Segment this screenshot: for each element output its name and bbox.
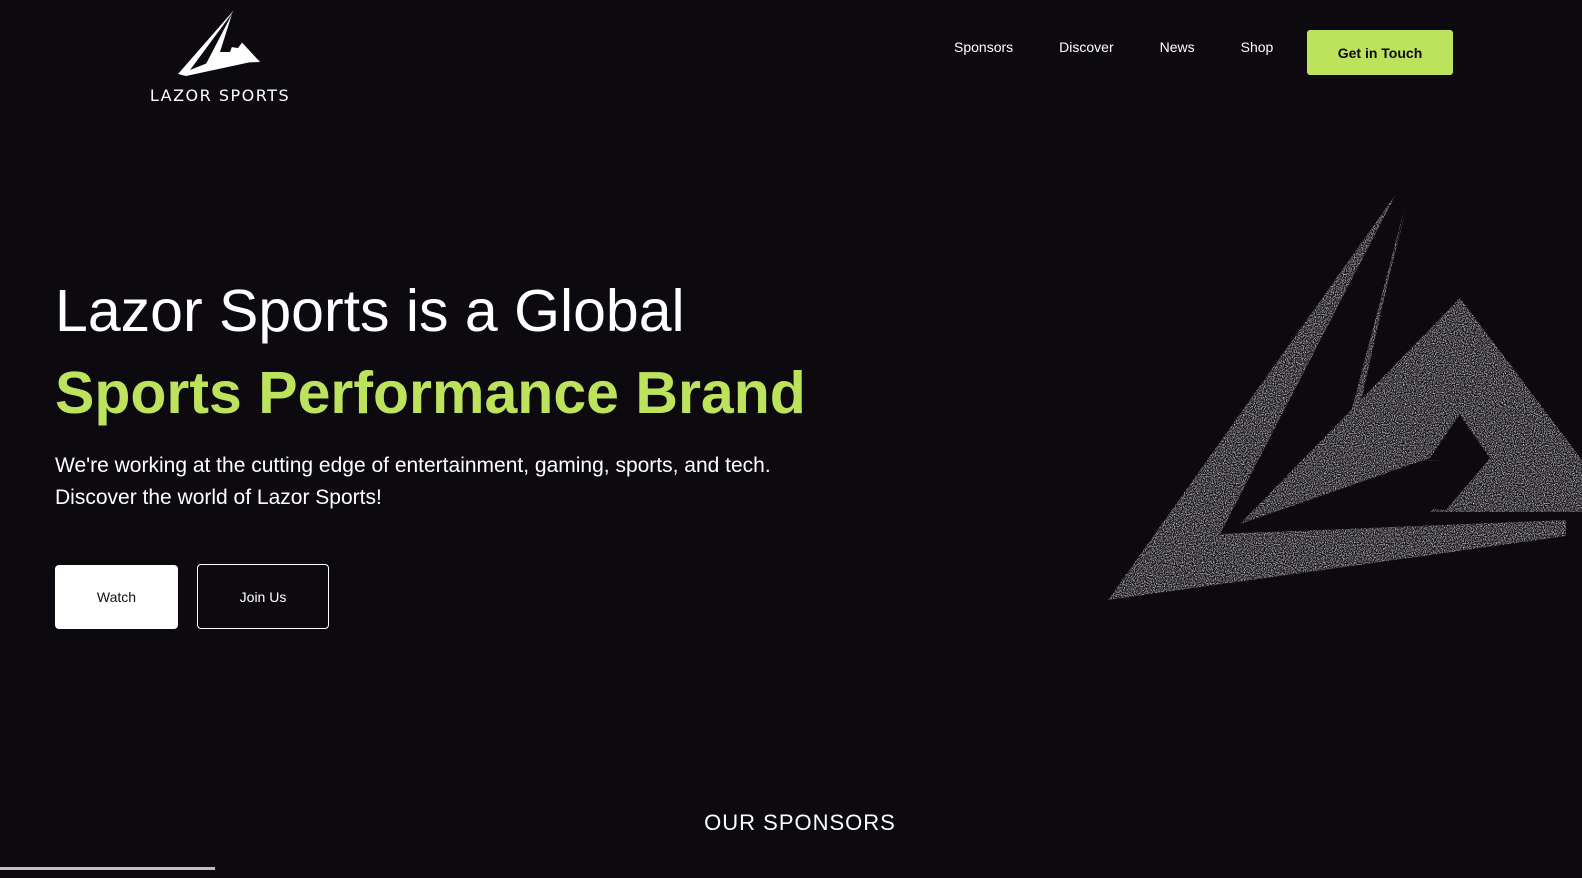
hero-description: We're working at the cutting edge of ent… [55, 450, 835, 514]
hero-description-line-1: We're working at the cutting edge of ent… [55, 454, 771, 477]
scroll-progress-bar [0, 867, 215, 870]
nav-link-shop[interactable]: Shop [1241, 39, 1274, 55]
hero-logo-mark-icon [1108, 194, 1582, 600]
nav-link-sponsors[interactable]: Sponsors [954, 39, 1013, 55]
nav-link-discover[interactable]: Discover [1059, 39, 1113, 55]
brand-logo[interactable]: LAZOR SPORTS [140, 6, 300, 105]
join-us-button[interactable]: Join Us [197, 564, 329, 629]
nav-link-news[interactable]: News [1160, 39, 1195, 55]
main-nav: Sponsors Discover News Shop [940, 39, 1319, 55]
hero-accent-title: Sports Performance Brand [55, 360, 806, 426]
brand-name: LAZOR SPORTS [149, 86, 291, 105]
lazor-logo-icon [178, 10, 260, 76]
hero-description-line-2: Discover the world of Lazor Sports! [55, 486, 382, 509]
get-in-touch-button[interactable]: Get in Touch [1307, 30, 1453, 75]
hero-title: Lazor Sports is a Global [55, 278, 685, 344]
page: LAZOR SPORTS Sponsors Discover News Shop… [0, 0, 1582, 878]
sponsors-title: OUR SPONSORS [704, 810, 896, 835]
watch-button[interactable]: Watch [55, 565, 178, 629]
